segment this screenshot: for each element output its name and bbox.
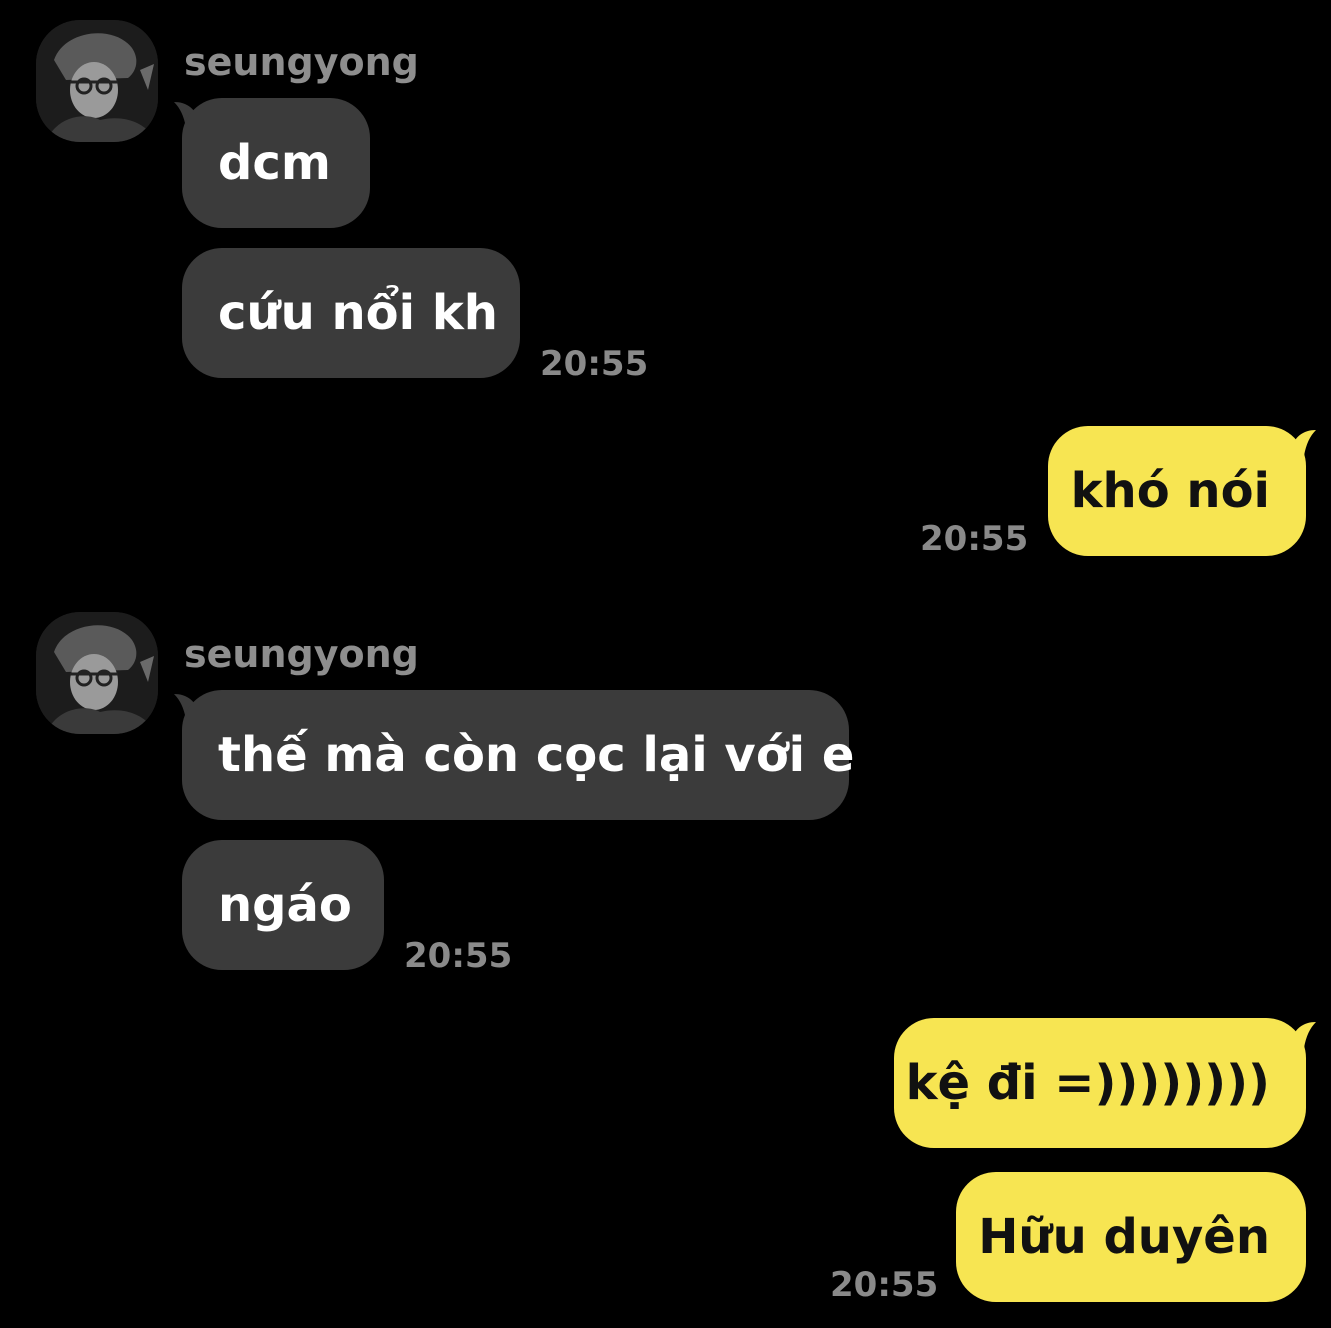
message-timestamp: 20:55 [920, 519, 1029, 559]
incoming-message[interactable]: ngáo [182, 840, 384, 970]
message-timestamp: 20:55 [830, 1265, 939, 1305]
outgoing-message[interactable]: Hữu duyên [956, 1172, 1306, 1302]
incoming-message[interactable]: thế mà còn cọc lại với e [182, 690, 854, 820]
incoming-message[interactable]: cứu nổi kh [182, 248, 520, 378]
outgoing-message[interactable]: khó nói [1048, 426, 1306, 556]
sender-name: seungyong [184, 40, 419, 84]
sender-name: seungyong [184, 632, 419, 676]
profile-photo-icon [36, 612, 158, 734]
incoming-message[interactable]: dcm [182, 98, 370, 228]
message-text: thế mà còn cọc lại với e [218, 727, 855, 783]
message-text: cứu nổi kh [218, 285, 498, 341]
bubble-tail [1290, 1022, 1316, 1048]
message-timestamp: 20:55 [540, 344, 649, 384]
bubble-tail [1290, 430, 1316, 456]
sender-avatar[interactable] [36, 612, 158, 734]
message-text: khó nói [1070, 463, 1270, 519]
outgoing-message[interactable]: kệ đi =)))))))) [894, 1018, 1306, 1148]
message-text: kệ đi =)))))))) [905, 1055, 1270, 1111]
message-timestamp: 20:55 [404, 936, 513, 976]
message-text: Hữu duyên [978, 1209, 1270, 1265]
message-text: dcm [218, 135, 331, 191]
profile-photo-icon [36, 20, 158, 142]
message-text: ngáo [218, 877, 352, 933]
sender-avatar[interactable] [36, 20, 158, 142]
